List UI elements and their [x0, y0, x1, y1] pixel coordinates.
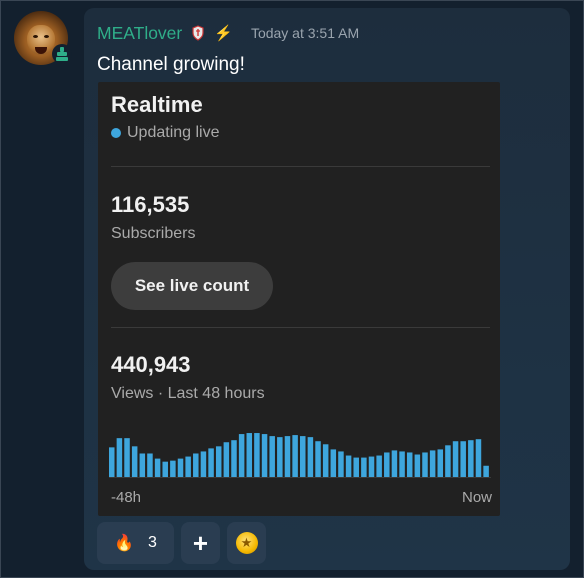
chart-bar [399, 451, 405, 477]
chart-bar [376, 455, 382, 477]
chart-bar [437, 449, 444, 477]
chart-bar [422, 452, 428, 477]
views-bar-chart [109, 433, 491, 478]
chart-bar [414, 454, 421, 477]
chart-bar [185, 456, 191, 477]
message-text: Channel growing! [97, 54, 245, 75]
chart-bar [445, 445, 451, 477]
chart-bar [406, 452, 413, 477]
message-timestamp: Today at 3:51 AM [250, 25, 360, 41]
see-live-count-button[interactable]: See live count [111, 262, 273, 310]
username[interactable]: MEATlover [97, 23, 182, 44]
fire-reaction-count: 3 [148, 534, 157, 551]
x-axis-start-label: -48h [111, 489, 142, 506]
embed-title: Realtime [111, 92, 203, 117]
chart-bar [200, 451, 207, 477]
fire-icon: 🔥 [114, 535, 134, 552]
chart-bar [139, 453, 146, 477]
chart-bar [361, 457, 367, 477]
views-count: 440,943 [111, 352, 191, 377]
divider [111, 327, 490, 328]
shield-role-icon[interactable] [192, 25, 204, 41]
chart-bar [124, 438, 130, 477]
lightning-bolt-icon[interactable]: ⚡ [214, 24, 233, 42]
realtime-embed-card: Realtime Updating live 116,535 Subscribe… [98, 82, 500, 516]
add-reaction-icon: + [192, 527, 209, 558]
status-badge-icon [52, 44, 72, 64]
chart-bar [109, 447, 115, 477]
chart-bar [231, 440, 237, 477]
chart-bar [475, 439, 482, 477]
chart-bar [208, 448, 214, 477]
live-dot-icon [111, 128, 121, 138]
chart-bar [452, 441, 459, 477]
live-status-text: Updating live [127, 124, 220, 141]
chart-bar [368, 456, 375, 477]
chart-bar [384, 452, 390, 477]
chart-bar [284, 436, 291, 477]
chart-bar [215, 446, 222, 477]
chart-bar [338, 451, 344, 477]
chart-bar [468, 440, 474, 477]
chart-bar [345, 455, 352, 477]
subscriber-count: 116,535 [111, 192, 190, 217]
chart-bar [353, 457, 359, 477]
views-label: Views · Last 48 hours [111, 385, 265, 402]
chart-bar [147, 453, 153, 477]
chart-bar [330, 449, 337, 477]
chart-bar [277, 437, 283, 477]
chart-bar [315, 441, 321, 477]
coin-reaction-button[interactable]: ★ [227, 522, 266, 564]
chart-bar [322, 444, 329, 477]
chart-bar [116, 438, 123, 477]
divider [111, 166, 490, 167]
chart-bar [170, 460, 176, 477]
chart-bar [162, 461, 168, 477]
chart-bar [269, 436, 275, 477]
chart-bar [307, 437, 314, 477]
subscriber-label: Subscribers [111, 225, 196, 242]
chart-bar [246, 433, 253, 477]
message-header: MEATlover ⚡ Today at 3:51 AM [97, 22, 359, 44]
add-reaction-button[interactable]: + [181, 522, 220, 564]
chart-bar [460, 441, 466, 477]
chart-bar [193, 453, 199, 477]
chart-bar [292, 435, 298, 477]
reactions-bar: 🔥 3 + ★ [97, 522, 266, 564]
coin-icon: ★ [235, 532, 258, 554]
chart-bar [261, 434, 268, 477]
chart-bar [238, 434, 245, 477]
chart-baseline [109, 477, 491, 478]
chart-bar [223, 442, 230, 477]
chart-bar [131, 446, 138, 477]
chart-bar [483, 465, 489, 477]
chart-bar [177, 458, 184, 477]
chart-bar [300, 436, 306, 477]
chart-bar [254, 433, 260, 477]
chart-bar [391, 450, 398, 477]
x-axis-end-label: Now [461, 489, 492, 506]
chart-bar [154, 458, 161, 477]
chart-bar [429, 450, 436, 477]
fire-reaction-button[interactable]: 🔥 3 [97, 522, 174, 564]
live-status: Updating live [111, 124, 220, 142]
